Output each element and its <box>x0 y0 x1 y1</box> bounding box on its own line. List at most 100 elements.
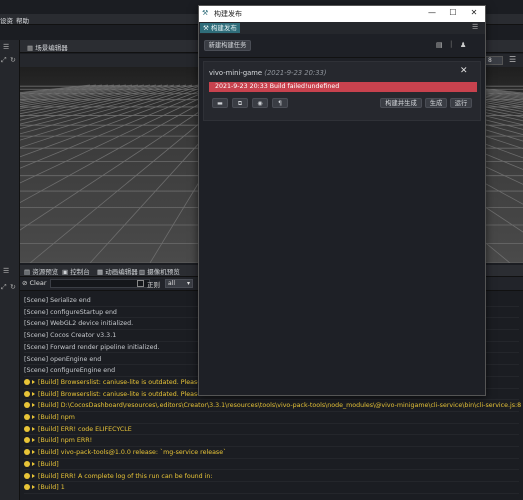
task-name: vivo-mini-game <box>209 69 263 77</box>
build-and-generate-button[interactable]: 构建并生成 <box>380 98 422 108</box>
tab-label: 摄像机预览 <box>147 268 180 276</box>
log-text: [Build] Browserslist: caniuse-lite is ou… <box>38 378 216 386</box>
menu-icon[interactable]: ☰ <box>3 267 15 275</box>
menu-icon[interactable]: ☰ <box>3 43 15 51</box>
expand-icon[interactable]: ⤢ <box>1 56 9 64</box>
tab-build-publish[interactable]: ⚒ 构建发布 <box>200 23 240 33</box>
expand-caret-icon[interactable] <box>32 473 35 478</box>
expand-caret-icon[interactable] <box>32 461 35 466</box>
left-panel-strip: ☰ ⤢ ↻ ☰ ⤢ ↻ <box>0 40 20 500</box>
log-icon[interactable]: ¶ <box>272 98 288 108</box>
task-time: (2021-9-23 20:33) <box>264 69 327 77</box>
tab-console[interactable]: ▣ 控制台 <box>62 266 90 276</box>
expand-icon[interactable]: ⤢ <box>1 283 9 291</box>
log-text: [Scene] openEngine end <box>24 355 102 363</box>
task-title: vivo-mini-game (2021-9-23 20:33) <box>209 69 327 77</box>
open-external-icon[interactable]: ⧉ <box>232 98 248 108</box>
log-text: [Build] ERR! A complete log of this run … <box>38 472 213 480</box>
expand-caret-icon[interactable] <box>32 426 35 431</box>
animation-icon: ▦ <box>97 268 106 276</box>
scene-icon: ▦ <box>27 44 36 52</box>
dialog-toolbar: 新建构建任务 ▤ | ♟ <box>199 34 485 58</box>
build-icon: ⚒ <box>203 24 211 32</box>
warning-icon <box>24 484 30 491</box>
warning-log-row[interactable]: [Build] 1 <box>24 482 519 494</box>
menu-item-left[interactable]: 设资 <box>0 15 13 25</box>
maximize-icon[interactable]: ☐ <box>447 7 459 19</box>
tab-label: 动画编辑器 <box>105 268 138 276</box>
build-dialog: ⚒ 构建发布 — ☐ ✕ ⚒ 构建发布 ☰ 新建构建任务 ▤ | ♟ vivo-… <box>198 5 486 396</box>
tab-scene-editor-label: 场景编辑器 <box>35 44 68 52</box>
expand-caret-icon[interactable] <box>32 379 35 384</box>
warning-icon <box>24 390 30 397</box>
clear-button[interactable]: ⊘ Clear <box>22 279 47 288</box>
assets-icon: ▤ <box>24 268 33 276</box>
generate-button[interactable]: 生成 <box>425 98 447 108</box>
menu-item-help[interactable]: 帮助 <box>16 15 29 25</box>
build-task-card: vivo-mini-game (2021-9-23 20:33) ✕ 2021-… <box>203 61 481 121</box>
bell-icon[interactable]: ♟ <box>460 41 466 49</box>
menu-icon[interactable]: ☰ <box>509 55 519 65</box>
warning-icon <box>24 414 30 420</box>
close-task-icon[interactable]: ✕ <box>460 66 468 76</box>
close-icon[interactable]: ✕ <box>468 7 480 19</box>
log-text: [Build] <box>38 460 59 468</box>
view-select-value: 8 <box>488 57 492 64</box>
log-level-select[interactable]: all ▾ <box>165 279 193 288</box>
regex-label: 正则 <box>147 281 160 289</box>
warning-log-row[interactable]: [Build] D:\CocosDashboard\resources\.edi… <box>24 400 521 412</box>
warning-icon <box>24 378 30 385</box>
console-icon: ▣ <box>62 268 71 276</box>
expand-caret-icon[interactable] <box>32 438 35 443</box>
expand-caret-icon[interactable] <box>32 415 35 419</box>
eye-icon[interactable]: ◉ <box>252 98 268 108</box>
log-text: [Scene] Cocos Creator v3.3.1 <box>24 332 117 340</box>
warning-log-row[interactable]: [Build] npm ERR! <box>24 435 519 448</box>
tab-scene-editor[interactable]: ▦ 场景编辑器 <box>24 42 71 52</box>
tab-camera-preview[interactable]: ▥ 摄像机预览 <box>139 266 180 276</box>
menu-icon[interactable]: ☰ <box>472 23 478 31</box>
view-select[interactable]: 8 <box>485 56 503 65</box>
warning-log-row[interactable]: [Build] <box>24 459 519 471</box>
warning-log-row[interactable]: [Build] ERR! A complete log of this run … <box>24 471 519 483</box>
dialog-titlebar[interactable]: ⚒ 构建发布 — ☐ ✕ <box>199 6 485 22</box>
tab-label: 控制台 <box>70 268 90 276</box>
build-app-icon: ⚒ <box>202 9 209 17</box>
log-text: [Build] npm ERR! <box>38 437 93 445</box>
expand-caret-icon[interactable] <box>32 403 35 408</box>
refresh-icon[interactable]: ↻ <box>10 56 18 64</box>
log-text: [Build] ERR! code ELIFECYCLE <box>38 425 132 433</box>
minimize-icon[interactable]: — <box>426 7 438 19</box>
log-text: [Scene] configureEngine end <box>24 367 116 375</box>
tab-animation-editor[interactable]: ▦ 动画编辑器 <box>97 266 138 276</box>
warning-log-row[interactable]: [Build] vivo-pack-tools@1.0.0 release: `… <box>24 447 519 459</box>
expand-caret-icon[interactable] <box>32 391 35 396</box>
warning-log-row[interactable]: [Build] npm <box>24 412 519 424</box>
log-text: [Build] Browserslist: caniuse-lite is ou… <box>38 390 216 398</box>
warning-log-row[interactable]: [Build] ERR! code ELIFECYCLE <box>24 424 519 436</box>
clear-icon: ⊘ <box>22 279 30 287</box>
scene-right-controls: 8 ☰ <box>483 54 523 67</box>
refresh-icon[interactable]: ↻ <box>10 283 18 291</box>
log-text: [Build] vivo-pack-tools@1.0.0 release: `… <box>38 449 227 457</box>
log-text: [Scene] Serialize end <box>24 297 91 304</box>
console-search-input[interactable] <box>50 279 150 288</box>
log-text: [Scene] Forward render pipeline initiali… <box>24 343 160 351</box>
tab-build-publish-label: 构建发布 <box>210 24 237 32</box>
regex-checkbox[interactable] <box>137 280 144 287</box>
expand-caret-icon[interactable] <box>32 450 35 455</box>
run-button[interactable]: 运行 <box>450 98 472 108</box>
log-level-value: all <box>168 280 176 287</box>
expand-caret-icon[interactable] <box>32 485 35 490</box>
log-text: [Build] 1 <box>38 484 65 492</box>
new-build-task-button[interactable]: 新建构建任务 <box>204 40 251 51</box>
tab-assets-preview[interactable]: ▤ 资源预览 <box>24 266 58 276</box>
build-status-bar: 2021-9-23 20:33 Build failed!undefined <box>209 82 477 92</box>
document-icon[interactable]: ▤ <box>436 41 443 49</box>
warning-icon <box>24 460 30 467</box>
warning-icon <box>24 402 30 409</box>
folder-icon[interactable]: ▬ <box>212 98 228 108</box>
chevron-down-icon: ▾ <box>186 280 190 287</box>
log-text: [Build] npm <box>38 414 75 421</box>
tab-label: 资源预览 <box>32 268 59 276</box>
